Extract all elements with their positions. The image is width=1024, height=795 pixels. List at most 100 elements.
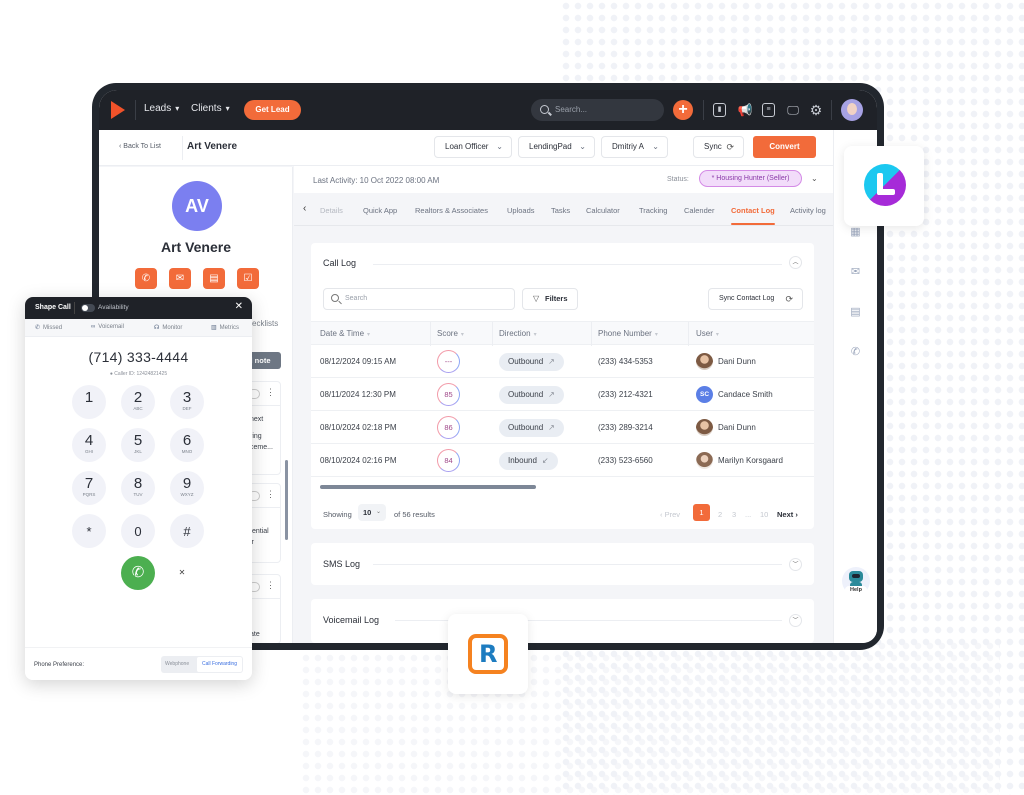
direction-arrow-icon: ↙: [541, 456, 549, 465]
keypad-key[interactable]: 5 JKL: [121, 428, 155, 462]
status-chevron-down-icon[interactable]: ⌄: [811, 174, 818, 183]
column-header-score[interactable]: Score ▾: [437, 329, 464, 338]
nav-menu-clients[interactable]: Clients ▾: [191, 103, 230, 114]
call-log-row[interactable]: 08/11/2024 12:30 PM 85 Outbound ↗ (233) 212-…: [311, 379, 814, 411]
call-phone-number[interactable]: (233) 212-4321: [598, 390, 653, 399]
sms-log-card[interactable]: SMS Log ﹀: [311, 543, 814, 585]
page-size-select[interactable]: 10 ⌄: [358, 504, 386, 521]
call-log-search-input[interactable]: Search: [323, 288, 515, 310]
tab-activity-log[interactable]: Activity log: [790, 206, 826, 215]
table-horizontal-scrollbar[interactable]: [320, 485, 536, 489]
keypad-key[interactable]: 2 ABC: [121, 385, 155, 419]
tab-tasks[interactable]: Tasks: [551, 206, 570, 215]
dialed-number[interactable]: (714) 333-4444: [25, 349, 252, 365]
status-badge[interactable]: * Housing Hunter (Seller): [699, 170, 802, 187]
expand-chevron-down-icon[interactable]: ﹀: [789, 558, 802, 571]
megaphone-icon[interactable]: 📢: [737, 102, 753, 118]
loan-officer-dropdown[interactable]: Loan Officer ⌄: [434, 136, 512, 158]
dialer-tab-missed[interactable]: ✆ Missed: [35, 324, 62, 331]
keypad-key[interactable]: 1: [72, 385, 106, 419]
availability-toggle[interactable]: [81, 304, 95, 312]
assignee-dropdown[interactable]: Dmitriy A ⌄: [601, 136, 668, 158]
convert-button[interactable]: Convert: [753, 136, 816, 158]
keypad-key[interactable]: 0: [121, 514, 155, 548]
collapse-chevron-up-icon[interactable]: ︿: [789, 256, 802, 269]
settings-gear-icon[interactable]: ⚙: [808, 102, 824, 118]
lendingpad-dropdown[interactable]: LendingPad ⌄: [518, 136, 595, 158]
email-icon[interactable]: ✉: [848, 265, 863, 279]
email-action-button[interactable]: ✉: [169, 268, 191, 289]
voicemail-log-card[interactable]: Voicemail Log ﹀: [311, 599, 814, 643]
call-log-row[interactable]: 08/10/2024 02:18 PM 86 Outbound ↗ (233) 289-…: [311, 412, 814, 444]
tab-uploads[interactable]: Uploads: [507, 206, 535, 215]
calendar-icon[interactable]: ▦: [848, 225, 863, 239]
presentation-icon[interactable]: 🖵: [785, 102, 801, 118]
keypad-key[interactable]: *: [72, 514, 106, 548]
tab-calender[interactable]: Calender: [684, 206, 714, 215]
more-options-icon[interactable]: ⋮: [266, 387, 275, 398]
keypad-key[interactable]: 3 DEF: [170, 385, 204, 419]
text-action-button[interactable]: ▤: [203, 268, 225, 289]
call-phone-number[interactable]: (233) 434-5353: [598, 357, 653, 366]
notes-scrollbar[interactable]: [285, 460, 288, 540]
task-action-button[interactable]: ☑: [237, 268, 259, 289]
keypad-key[interactable]: 6 MNO: [170, 428, 204, 462]
call-action-button[interactable]: ✆: [135, 268, 157, 289]
column-header-phone-number[interactable]: Phone Number ▾: [598, 329, 658, 338]
keypad-key[interactable]: 8 TUV: [121, 471, 155, 505]
column-header-user[interactable]: User ▾: [696, 329, 719, 338]
keypad-key[interactable]: #: [170, 514, 204, 548]
column-label: Direction: [499, 329, 531, 338]
tab-realtors-associates[interactable]: Realtors & Associates: [415, 206, 488, 215]
close-icon[interactable]: ✕: [235, 301, 243, 312]
expand-chevron-down-icon[interactable]: ﹀: [789, 614, 802, 627]
tab-checklists[interactable]: ecklists: [252, 319, 278, 328]
get-lead-button[interactable]: Get Lead: [244, 100, 301, 120]
webphone-option[interactable]: Webphone: [165, 661, 189, 667]
add-new-button[interactable]: +: [673, 100, 693, 120]
prev-page-button[interactable]: ‹ Prev: [660, 510, 680, 519]
sync-contact-log-button[interactable]: Sync Contact Log ⟳: [708, 288, 803, 310]
call-forwarding-option[interactable]: Call Forwarding: [197, 657, 242, 672]
column-header-direction[interactable]: Direction ▾: [499, 329, 537, 338]
help-bot-button[interactable]: Help: [842, 567, 870, 595]
keypad-key[interactable]: 7 PQRS: [72, 471, 106, 505]
nav-menu-leads[interactable]: Leads ▾: [144, 103, 179, 114]
tab-tracking[interactable]: Tracking: [639, 206, 667, 215]
user-profile-avatar[interactable]: [841, 99, 863, 121]
call-phone-number[interactable]: (233) 289-3214: [598, 423, 653, 432]
global-search-input[interactable]: Search...: [531, 99, 664, 121]
dialer-tab-voicemail[interactable]: ∞ Voicemail: [91, 324, 124, 330]
back-to-list-link[interactable]: ‹ Back To List: [119, 143, 161, 150]
tab-calculator[interactable]: Calculator: [586, 206, 620, 215]
next-page-button[interactable]: Next ›: [777, 510, 798, 519]
chat-icon[interactable]: ▤: [848, 305, 863, 319]
page-1-button[interactable]: 1: [693, 504, 710, 521]
call-log-row[interactable]: 08/10/2024 02:16 PM 84 Inbound ↙ (233) 523-6…: [311, 445, 814, 477]
more-options-icon[interactable]: ⋮: [266, 489, 275, 500]
reports-icon[interactable]: ▮: [713, 103, 726, 117]
dialer-tab-monitor[interactable]: ☊ Monitor: [154, 324, 182, 331]
tabs-scroll-left-icon[interactable]: ‹: [303, 203, 306, 214]
keypad-key[interactable]: 4 GHI: [72, 428, 106, 462]
phone-call-icon[interactable]: ✆: [848, 345, 863, 359]
page-2-button[interactable]: 2: [718, 510, 722, 519]
backspace-delete-icon[interactable]: ✕: [175, 567, 189, 579]
checklist-icon[interactable]: ≡: [762, 103, 775, 117]
call-log-row[interactable]: 08/12/2024 09:15 AM --- Outbound ↗ (233) 434…: [311, 346, 814, 378]
call-button[interactable]: ✆: [121, 556, 155, 590]
tab-details[interactable]: Details: [320, 206, 343, 215]
column-header-date-time[interactable]: Date & Time ▾: [320, 329, 370, 338]
tab-quick-app[interactable]: Quick App: [363, 206, 397, 215]
page-3-button[interactable]: 3: [732, 510, 736, 519]
more-options-icon[interactable]: ⋮: [266, 580, 275, 591]
filters-button[interactable]: ▽ Filters: [522, 288, 578, 310]
call-direction-badge: Outbound ↗: [499, 353, 564, 371]
call-phone-number[interactable]: (233) 523-6560: [598, 456, 653, 465]
page-10-button[interactable]: 10: [760, 510, 768, 519]
app-logo-icon[interactable]: [111, 101, 125, 119]
keypad-key[interactable]: 9 WXYZ: [170, 471, 204, 505]
dialer-tab-metrics[interactable]: ▥ Metrics: [211, 324, 239, 331]
sync-button[interactable]: Sync ⟳: [693, 136, 744, 158]
tab-contact-log[interactable]: Contact Log: [731, 206, 775, 225]
